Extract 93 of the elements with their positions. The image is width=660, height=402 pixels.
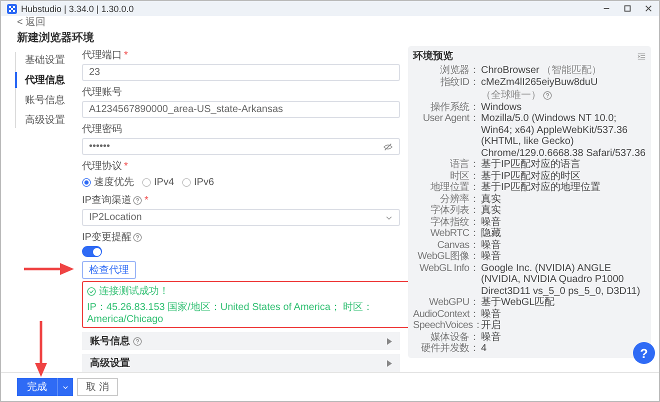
preview-note: （智能匹配）	[541, 65, 602, 76]
field-label: IP查询渠道	[82, 194, 132, 207]
proxy-details: IP：45.26.83.153 国家/地区：United States of America； 时区：America/Chicago	[87, 300, 374, 325]
section-title: 账号信息	[90, 334, 130, 348]
preview-value: 噪音	[481, 251, 501, 262]
preview-value: 4	[481, 343, 487, 354]
radio-option[interactable]: IPv4	[142, 175, 174, 189]
preview-label: WebGPU：	[428, 297, 479, 308]
preview-value: 基于IP匹配对应的时区	[481, 170, 580, 182]
collapsible-section[interactable]: 账号信息	[82, 332, 400, 350]
preview-label: 指纹ID：	[439, 76, 479, 90]
radio-icon[interactable]	[182, 178, 192, 186]
preview-value: 基于IP匹配对应的地理位置	[481, 182, 600, 194]
required-mark: *	[144, 194, 148, 206]
dropdown-button[interactable]	[57, 378, 73, 396]
app-logo-icon	[7, 4, 17, 14]
preview-value: 真实	[481, 205, 501, 216]
preview-value: Windows	[481, 102, 522, 113]
preview-label: 字体列表：	[429, 205, 479, 216]
close-icon[interactable]	[644, 4, 653, 13]
preview-value: Google Inc. (NVIDIA) ANGLE (NVIDIA, NVIDIA Quadro P1000 Direct3D11 vs_5_0 ps_5_0, D3D11)	[481, 262, 642, 296]
preview-value: 基于WebGL匹配	[481, 297, 555, 308]
preview-label: 语言：	[448, 159, 479, 170]
chevron-down-icon	[385, 214, 393, 222]
preview-label: 地理位置：	[429, 182, 479, 194]
help-button[interactable]: ?	[633, 342, 655, 364]
help-icon[interactable]	[543, 91, 552, 100]
help-icon[interactable]	[133, 196, 142, 204]
preview-value: 真实	[481, 194, 501, 204]
section-title: 高级设置	[90, 356, 130, 370]
select-field[interactable]: IP2Location	[82, 209, 400, 226]
annotation-arrow	[24, 262, 74, 276]
eye-hidden-icon[interactable]	[383, 142, 393, 150]
page-title: 新建浏览器环境	[17, 32, 94, 44]
check-proxy-button[interactable]: 检查代理	[82, 261, 136, 279]
preview-value: 隐藏	[481, 228, 501, 240]
check-circle-icon	[87, 286, 96, 296]
preview-label: 分辨率：	[439, 194, 479, 204]
preview-value: 噪音	[481, 240, 501, 250]
success-message: 连接测试成功！	[99, 284, 169, 298]
done-button[interactable]: 完成	[17, 378, 57, 396]
preview-value: 基于IP匹配对应的语言	[481, 159, 580, 170]
preview-value: 噪音	[481, 216, 501, 228]
preview-value: Mozilla/5.0 (Windows NT 10.0; Win64; x64) AppleWebKit/537.36 (KHTML, like Gecko) Chrome/129.0.6668.38 Safari/537.36	[481, 113, 646, 158]
panel-title: 环境预览	[413, 49, 453, 63]
field-label: 代理密码	[82, 122, 122, 136]
toggle-switch[interactable]	[82, 246, 102, 257]
preview-value: ChroBrowser	[481, 65, 540, 76]
preview-label: WebGL图像：	[416, 251, 479, 262]
preview-label: WebRTC：	[429, 228, 479, 240]
maximize-icon[interactable]	[623, 4, 632, 13]
radio-option[interactable]: IPv6	[182, 175, 214, 189]
field-label: 代理端口	[82, 48, 122, 62]
text-field[interactable]: 23	[82, 64, 400, 81]
preview-value: cMeZm4lI265eiyBuw8duU	[481, 76, 598, 88]
help-icon[interactable]	[133, 336, 142, 346]
preview-label: 时区：	[448, 170, 479, 182]
nav-item[interactable]: 高级设置	[15, 112, 65, 128]
preview-label: 操作系统：	[429, 102, 479, 113]
preview-label: User Agent：	[422, 113, 479, 126]
nav-item[interactable]: 账号信息	[15, 92, 65, 108]
preview-value: 噪音	[481, 332, 501, 343]
help-icon[interactable]	[133, 232, 142, 242]
cancel-button[interactable]: 取 消	[77, 378, 118, 396]
radio-icon[interactable]	[82, 178, 91, 186]
field-label: 代理协议	[82, 160, 122, 173]
collapsible-section[interactable]: 高级设置	[82, 354, 400, 372]
preview-label: 字体指纹：	[429, 216, 479, 228]
required-mark: *	[124, 50, 128, 60]
preview-note: （全球唯一）	[481, 90, 541, 102]
preview-value: 开启	[481, 320, 501, 332]
field-label: IP变更提醒	[82, 230, 132, 244]
preview-label: SpeechVoices：	[413, 320, 479, 332]
window-title: Hubstudio | 3.34.0 | 1.30.0.0	[21, 4, 134, 14]
nav-item[interactable]: 基础设置	[15, 52, 65, 68]
preview-label: WebGL Info：	[418, 262, 479, 276]
preview-label: AudioContext：	[413, 308, 479, 320]
preview-value: 噪音	[481, 308, 501, 320]
chevron-down-icon	[62, 384, 69, 390]
preview-label: 媒体设备：	[429, 332, 479, 342]
password-field[interactable]: ••••••	[82, 138, 400, 155]
preview-label: Canvas：	[436, 240, 479, 251]
preview-label: 浏览器：	[439, 65, 479, 76]
text-field[interactable]: A1234567890000_area-US_state-Arkansas	[82, 101, 400, 118]
back-link[interactable]: < 返回	[17, 17, 46, 29]
annotation-arrow	[34, 321, 48, 377]
radio-option[interactable]: 速度优先	[82, 175, 134, 189]
field-label: 代理账号	[82, 86, 122, 99]
radio-icon[interactable]	[142, 178, 151, 186]
list-icon[interactable]	[637, 52, 646, 60]
preview-label: 硬件并发数：	[420, 343, 479, 354]
required-mark: *	[124, 160, 128, 172]
nav-item[interactable]: 代理信息	[15, 72, 65, 88]
